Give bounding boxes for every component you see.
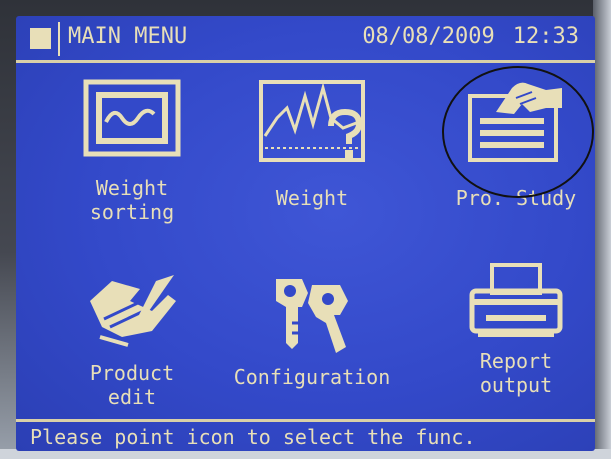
tile-label: Report output: [479, 349, 553, 397]
status-bar: Please point icon to select the func.: [16, 419, 595, 451]
tile-label: Product edit: [89, 361, 175, 409]
printer-icon: [469, 263, 563, 337]
pro-study-button[interactable]: Pro. Study: [426, 78, 595, 210]
hand-document-icon: [468, 82, 562, 162]
weight-sorting-button[interactable]: Weight sorting: [42, 78, 222, 224]
tile-label: Configuration: [233, 365, 391, 389]
menu-square-icon: [30, 28, 51, 49]
weight-button[interactable]: Weight: [222, 78, 402, 210]
time-text: 12:33: [512, 24, 579, 49]
tile-label: Pro. Study: [455, 186, 577, 210]
tile-label: Weight: [275, 186, 349, 210]
page-title: MAIN MENU: [68, 24, 188, 49]
header-bar: MAIN MENU 08/08/2009 12:33: [16, 16, 595, 63]
lcd-screen: MAIN MENU 08/08/2009 12:33 Weight sortin…: [16, 16, 595, 451]
hand-writing-icon: [90, 275, 176, 347]
datetime-display: 08/08/2009 12:33: [362, 24, 579, 49]
date-text: 08/08/2009: [362, 24, 495, 49]
keys-icon: [276, 279, 348, 353]
product-edit-button[interactable]: Product edit: [42, 271, 222, 409]
header-divider: [58, 22, 60, 56]
device-edge: [593, 0, 611, 459]
tile-label: Weight sorting: [89, 176, 175, 224]
waveform-monitor-icon: [83, 79, 181, 157]
configuration-button[interactable]: Configuration: [222, 271, 402, 389]
weight-chart-question-icon: [259, 80, 365, 162]
report-output-button[interactable]: Report output: [426, 261, 595, 397]
